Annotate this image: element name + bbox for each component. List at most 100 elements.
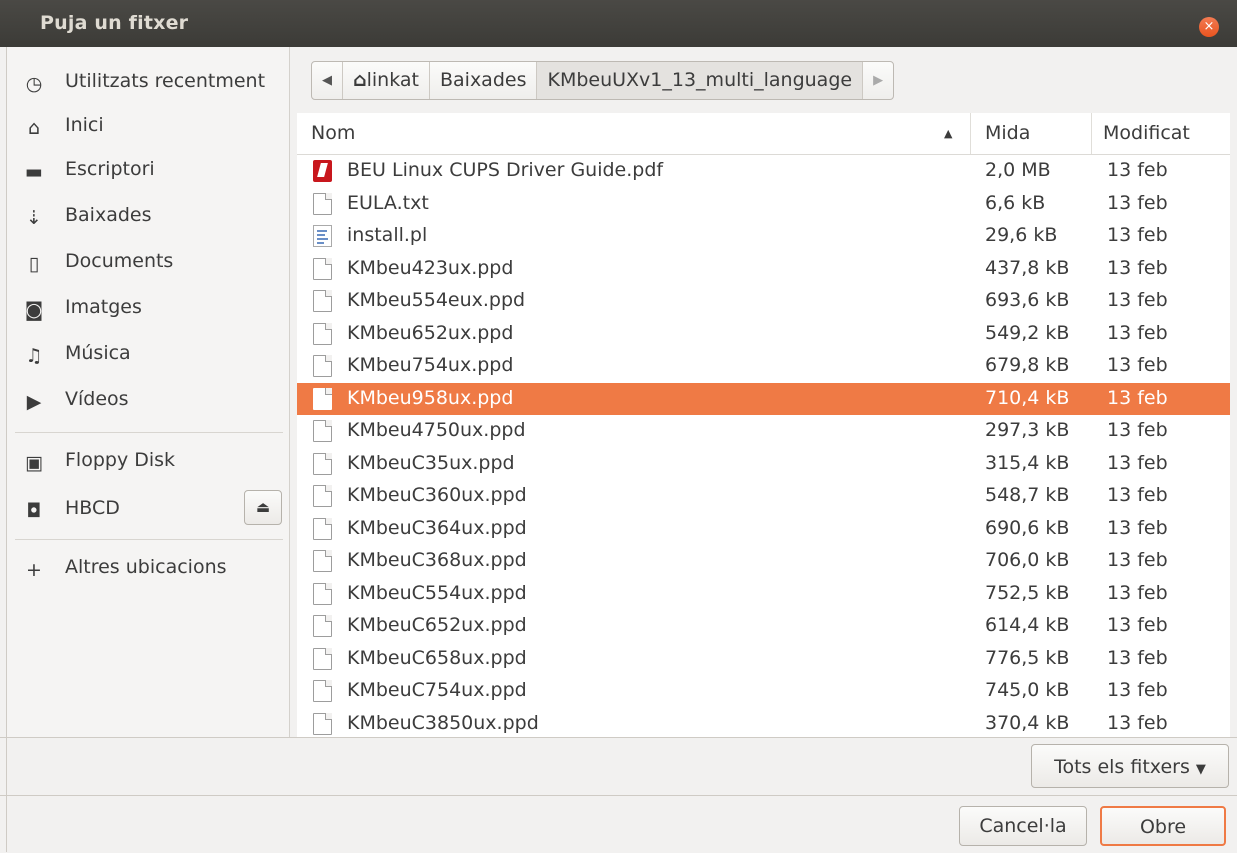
sidebar-item-label: Utilitzats recentment bbox=[65, 70, 266, 92]
file-name: KMbeuC35ux.ppd bbox=[347, 451, 515, 474]
file-row[interactable]: KMbeu958ux.ppd 710,4 kB 13 feb bbox=[297, 382, 1230, 415]
file-name: KMbeu554eux.ppd bbox=[347, 289, 526, 311]
home-icon: ⌂ bbox=[27, 117, 41, 139]
path-forward-icon[interactable]: ▶ bbox=[863, 62, 893, 99]
file-list: Nom ▲ Mida Modificat BEU Linux CUPS Driv… bbox=[297, 113, 1230, 737]
sidebar-item-label: Imatges bbox=[65, 296, 142, 318]
file-modified: 13 feb bbox=[1107, 321, 1168, 344]
column-name[interactable]: Nom bbox=[311, 122, 355, 144]
file-modified: 13 feb bbox=[1107, 256, 1168, 279]
file-row[interactable]: KMbeuC35ux.ppd 315,4 kB 13 feb bbox=[297, 448, 1230, 480]
file-row[interactable]: KMbeuC754ux.ppd 745,0 kB 13 feb bbox=[297, 675, 1230, 707]
home-icon: ⌂ bbox=[353, 69, 367, 91]
file-type-filter[interactable]: Tots els fitxers ▼ bbox=[1031, 744, 1229, 788]
file-modified: 13 feb bbox=[1107, 419, 1168, 441]
sidebar-item-label: Vídeos bbox=[65, 388, 129, 410]
file-modified: 13 feb bbox=[1107, 159, 1168, 181]
column-modified[interactable]: Modificat bbox=[1103, 122, 1190, 144]
file-row[interactable]: KMbeuC658ux.ppd 776,5 kB 13 feb bbox=[297, 643, 1230, 675]
file-size: 370,4 kB bbox=[985, 711, 1070, 734]
file-size: 297,3 kB bbox=[985, 419, 1070, 441]
file-modified: 13 feb bbox=[1107, 386, 1168, 409]
open-button[interactable]: Obre bbox=[1100, 806, 1226, 846]
file-name: KMbeuC3850ux.ppd bbox=[347, 711, 539, 734]
pdf-file-icon bbox=[313, 160, 332, 182]
file-row[interactable]: KMbeu652ux.ppd 549,2 kB 13 feb bbox=[297, 318, 1230, 350]
sidebar-item-utilitzats-recentment[interactable]: ◷ Utilitzats recentment bbox=[7, 63, 289, 103]
file-modified: 13 feb bbox=[1107, 679, 1168, 701]
document-file-icon bbox=[313, 322, 332, 345]
document-file-icon bbox=[313, 615, 332, 637]
file-size: 679,8 kB bbox=[985, 354, 1070, 376]
file-size: 706,0 kB bbox=[985, 549, 1070, 571]
path-segment-downloads[interactable]: Baixades bbox=[430, 62, 538, 99]
dialog-title: Puja un fitxer bbox=[40, 12, 189, 34]
file-size: 315,4 kB bbox=[985, 451, 1070, 474]
document-file-icon bbox=[313, 192, 332, 215]
sidebar-item-inici[interactable]: ⌂ Inici bbox=[7, 107, 289, 147]
document-file-icon bbox=[313, 485, 332, 507]
file-row[interactable]: KMbeu4750ux.ppd 297,3 kB 13 feb bbox=[297, 415, 1230, 447]
file-name: KMbeu958ux.ppd bbox=[347, 386, 514, 409]
path-segment-current[interactable]: KMbeuUXv1_13_multi_language bbox=[537, 62, 864, 99]
sidebar-item-label: Documents bbox=[65, 250, 174, 272]
sidebar-device-floppy-disk[interactable]: ▣ Floppy Disk bbox=[7, 442, 289, 482]
file-modified: 13 feb bbox=[1107, 484, 1168, 506]
cancel-button[interactable]: Cancel·la bbox=[959, 806, 1087, 846]
document-file-icon bbox=[313, 517, 332, 540]
document-file-icon bbox=[313, 257, 332, 280]
column-size[interactable]: Mida bbox=[985, 122, 1030, 144]
file-name: KMbeu754ux.ppd bbox=[347, 354, 514, 376]
file-size: 437,8 kB bbox=[985, 256, 1070, 279]
document-file-icon bbox=[313, 290, 332, 312]
sidebar-item-música[interactable]: ♫ Música bbox=[7, 335, 289, 375]
sidebar-separator bbox=[15, 539, 283, 540]
file-row[interactable]: KMbeuC3850ux.ppd 370,4 kB 13 feb bbox=[297, 708, 1230, 740]
close-icon[interactable]: × bbox=[1199, 17, 1219, 37]
file-modified: 13 feb bbox=[1107, 224, 1168, 246]
path-segment-home[interactable]: ⌂linkat bbox=[343, 62, 430, 99]
file-name: install.pl bbox=[347, 224, 428, 246]
file-row[interactable]: KMbeu754ux.ppd 679,8 kB 13 feb bbox=[297, 350, 1230, 382]
document-file-icon bbox=[313, 582, 332, 605]
file-row[interactable]: KMbeu423ux.ppd 437,8 kB 13 feb bbox=[297, 253, 1230, 285]
file-row[interactable]: KMbeuC554ux.ppd 752,5 kB 13 feb bbox=[297, 578, 1230, 610]
eject-icon[interactable]: ⏏ bbox=[244, 490, 282, 525]
sidebar-item-documents[interactable]: ▯ Documents bbox=[7, 243, 289, 283]
filter-label: Tots els fitxers bbox=[1054, 756, 1190, 778]
file-row[interactable]: EULA.txt 6,6 kB 13 feb bbox=[297, 188, 1230, 220]
sidebar-item-label: Altres ubicacions bbox=[65, 556, 227, 578]
document-file-icon bbox=[313, 680, 332, 702]
file-row[interactable]: KMbeu554eux.ppd 693,6 kB 13 feb bbox=[297, 285, 1230, 317]
download-icon: ⇣ bbox=[26, 207, 42, 229]
file-name: KMbeuC368ux.ppd bbox=[347, 549, 527, 571]
file-row[interactable]: KMbeuC364ux.ppd 690,6 kB 13 feb bbox=[297, 513, 1230, 545]
camera-icon: ◙ bbox=[24, 299, 44, 321]
file-modified: 13 feb bbox=[1107, 191, 1168, 214]
file-size: 745,0 kB bbox=[985, 679, 1070, 701]
document-file-icon bbox=[313, 387, 332, 410]
document-file-icon bbox=[313, 452, 332, 475]
file-modified: 13 feb bbox=[1107, 614, 1168, 636]
sidebar-item-escriptori[interactable]: ▬ Escriptori bbox=[7, 151, 289, 191]
path-segment-label: linkat bbox=[366, 69, 419, 91]
file-size: 549,2 kB bbox=[985, 321, 1070, 344]
file-row[interactable]: BEU Linux CUPS Driver Guide.pdf 2,0 MB 13 … bbox=[297, 155, 1230, 187]
document-file-icon bbox=[313, 420, 332, 442]
path-back-icon[interactable]: ◀ bbox=[312, 62, 343, 99]
sidebar-item-baixades[interactable]: ⇣ Baixades bbox=[7, 197, 289, 237]
file-row[interactable]: install.pl 29,6 kB 13 feb bbox=[297, 220, 1230, 252]
document-file-icon bbox=[313, 712, 332, 735]
document-file-icon bbox=[313, 355, 332, 377]
file-row[interactable]: KMbeuC652ux.ppd 614,4 kB 13 feb bbox=[297, 610, 1230, 642]
drive-icon: ◘ bbox=[26, 500, 42, 522]
file-size: 752,5 kB bbox=[985, 581, 1070, 604]
file-name: KMbeuC754ux.ppd bbox=[347, 679, 527, 701]
sidebar-item-other-locations[interactable]: + Altres ubicacions bbox=[7, 549, 289, 589]
file-row[interactable]: KMbeuC368ux.ppd 706,0 kB 13 feb bbox=[297, 545, 1230, 577]
sidebar-item-vídeos[interactable]: ▶ Vídeos bbox=[7, 381, 289, 421]
file-row[interactable]: KMbeuC360ux.ppd 548,7 kB 13 feb bbox=[297, 480, 1230, 512]
sidebar-item-label: Floppy Disk bbox=[65, 449, 176, 471]
file-size: 693,6 kB bbox=[985, 289, 1070, 311]
sidebar-item-imatges[interactable]: ◙ Imatges bbox=[7, 289, 289, 329]
